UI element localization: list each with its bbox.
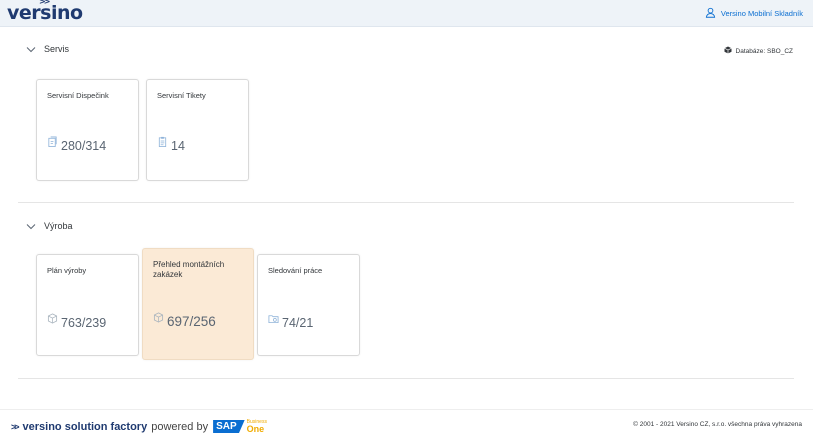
user-name: Versino Mobilní Skladník [720,9,803,18]
section-title: Výroba [44,221,73,231]
section-header-vyroba[interactable]: Výroba [26,221,73,231]
document-icon [47,135,58,153]
tile-value: 74/21 [282,316,314,330]
tile-servisni-tikety[interactable]: Servisní Tikety 14 [146,79,249,181]
page-footer: >> versino solution factory powered by S… [0,409,813,439]
shell-header: >> versino Versino Mobilní Skladník [0,0,813,27]
tile-title: Sledování práce [268,266,323,275]
tile-plan-vyroby[interactable]: Plán výroby 763/239 [36,254,139,356]
chevron-down-icon [26,46,36,53]
sap-business-one-logo: SAP Business One [213,419,267,434]
section-header-servis[interactable]: Servis [26,44,69,54]
folder-icon [268,312,279,330]
tile-kpi: 280/314 [47,135,106,153]
brand-name: versino solution factory [22,420,148,433]
brand-chevrons-icon: >> [11,421,19,432]
tile-value: 14 [171,139,185,153]
footer-brand: >> versino solution factory powered by S… [11,419,267,434]
tile-servisni-dispecink[interactable]: Servisní Dispečink 280/314 [36,79,139,181]
tile-kpi: 763/239 [47,312,106,330]
cube-icon [47,312,58,330]
tile-kpi: 14 [157,135,185,153]
logo-chevrons-icon: >> [39,0,50,6]
tile-value: 697/256 [167,314,216,329]
cube-icon [153,311,164,329]
tile-kpi: 74/21 [268,312,313,330]
database-label: Databáze: SBO_CZ [735,47,793,55]
section-divider [18,202,794,203]
section-divider [18,378,794,379]
section-title: Servis [44,44,70,54]
tile-prehled-montaznich-zakazek[interactable]: Přehled montážních zakázek 697/256 [142,248,254,360]
chevron-down-icon [26,223,36,230]
user-menu[interactable]: Versino Mobilní Skladník [705,7,803,20]
tile-title: Přehled montážních zakázek [153,260,225,279]
versino-logo[interactable]: >> versino [7,0,83,24]
powered-by-text: powered by [151,420,209,433]
copyright-text: © 2001 - 2021 Versino CZ, s.r.o. všechna… [633,421,802,428]
database-icon [723,46,732,56]
tile-kpi: 697/256 [153,311,216,329]
tile-title: Servisní Tikety [157,91,206,100]
user-icon [705,7,716,20]
clipboard-icon [157,135,168,153]
tile-value: 280/314 [61,139,107,153]
tile-value: 763/239 [61,316,107,330]
tile-sledovani-prace[interactable]: Sledování práce 74/21 [257,254,360,356]
tile-title: Plán výroby [47,266,87,275]
tile-title: Servisní Dispečink [47,91,109,100]
database-indicator: Databáze: SBO_CZ [723,46,793,56]
